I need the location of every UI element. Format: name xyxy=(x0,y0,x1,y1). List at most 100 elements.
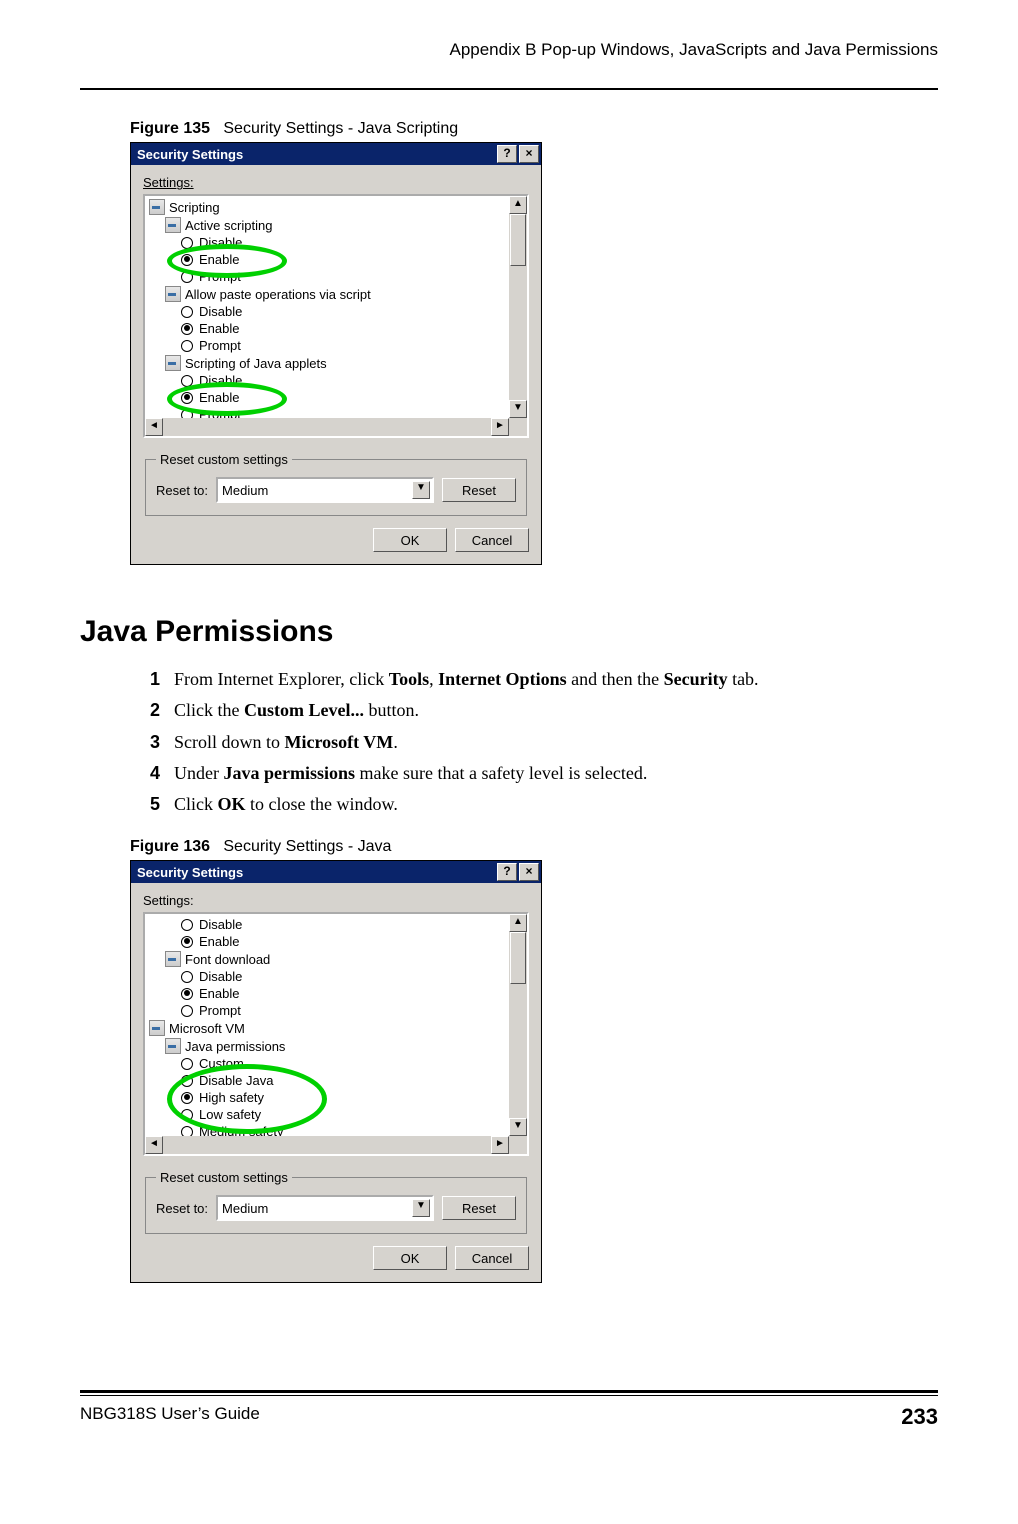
script-icon xyxy=(165,217,181,233)
scroll-left-icon[interactable]: ◄ xyxy=(145,418,163,436)
t: . xyxy=(393,732,398,752)
close-icon[interactable]: × xyxy=(519,145,539,163)
settings-label: Settings: xyxy=(143,893,529,908)
close-icon[interactable]: × xyxy=(519,863,539,881)
radio-on[interactable] xyxy=(181,392,193,404)
figure135-caption: Figure 135 Security Settings - Java Scri… xyxy=(130,120,938,138)
figure136-label: Figure 136 xyxy=(130,838,210,855)
t: Click the xyxy=(174,700,244,720)
t: Under xyxy=(174,763,223,783)
t: Click xyxy=(174,794,218,814)
tree-option: Enable xyxy=(199,986,239,1001)
tree-option: Enable xyxy=(199,934,239,949)
radio-off[interactable] xyxy=(181,340,193,352)
scroll-up-icon[interactable]: ▲ xyxy=(509,196,527,214)
footer-guide: NBG318S User’s Guide xyxy=(80,1404,260,1430)
help-icon[interactable]: ? xyxy=(497,145,517,163)
t: and then the xyxy=(567,669,664,689)
tree-option: Disable Java xyxy=(199,1073,273,1088)
scrollbar-horizontal[interactable]: ◄ ► xyxy=(145,1136,527,1154)
page-footer: NBG318S User’s Guide 233 xyxy=(80,1384,938,1430)
radio-on[interactable] xyxy=(181,1092,193,1104)
figure136-caption: Figure 136 Security Settings - Java xyxy=(130,838,938,856)
step-num: 1 xyxy=(150,667,174,691)
section-heading: Java Permissions xyxy=(80,615,938,649)
scrollbar-vertical[interactable]: ▲ ▼ xyxy=(509,914,527,1136)
tree-group: Scripting xyxy=(169,200,220,215)
cancel-button[interactable]: Cancel xyxy=(455,528,529,552)
scroll-down-icon[interactable]: ▼ xyxy=(509,400,527,418)
t: Java permissions xyxy=(223,763,355,783)
header-rule xyxy=(80,88,938,90)
figure136-text: Security Settings - Java xyxy=(223,838,391,855)
t: tab. xyxy=(728,669,759,689)
settings-tree[interactable]: Disable Enable Font download Disable Ena… xyxy=(143,912,529,1156)
t: Tools xyxy=(389,669,429,689)
scrollbar-horizontal[interactable]: ◄ ► xyxy=(145,418,527,436)
t: Scroll down to xyxy=(174,732,285,752)
scroll-right-icon[interactable]: ► xyxy=(491,418,509,436)
footer-page-number: 233 xyxy=(901,1404,938,1430)
titlebar: Security Settings ? × xyxy=(131,143,541,165)
reset-fieldset: Reset custom settings Reset to: Medium ▼… xyxy=(145,1170,527,1234)
scroll-corner xyxy=(509,1136,527,1154)
reset-to-dropdown[interactable]: Medium ▼ xyxy=(216,477,434,503)
dialog-title: Security Settings xyxy=(137,147,495,162)
scroll-right-icon[interactable]: ► xyxy=(491,1136,509,1154)
radio-off[interactable] xyxy=(181,375,193,387)
step-4: 4 Under Java permissions make sure that … xyxy=(150,761,938,785)
tree-group: Scripting of Java applets xyxy=(185,356,327,371)
tree-option: Enable xyxy=(199,252,239,267)
figure135-dialog: Security Settings ? × Settings: Scriptin… xyxy=(130,142,542,565)
scroll-up-icon[interactable]: ▲ xyxy=(509,914,527,932)
step-5: 5 Click OK to close the window. xyxy=(150,792,938,816)
radio-off[interactable] xyxy=(181,919,193,931)
titlebar: Security Settings ? × xyxy=(131,861,541,883)
ok-button[interactable]: OK xyxy=(373,1246,447,1270)
tree-group: Active scripting xyxy=(185,218,272,233)
tree-option: Prompt xyxy=(199,338,241,353)
reset-to-label: Reset to: xyxy=(156,1201,208,1216)
radio-on[interactable] xyxy=(181,254,193,266)
scroll-down-icon[interactable]: ▼ xyxy=(509,1118,527,1136)
t: , xyxy=(429,669,438,689)
scroll-corner xyxy=(509,418,527,436)
reset-button[interactable]: Reset xyxy=(442,1196,516,1220)
cancel-button[interactable]: Cancel xyxy=(455,1246,529,1270)
radio-off[interactable] xyxy=(181,1109,193,1121)
radio-on[interactable] xyxy=(181,323,193,335)
radio-on[interactable] xyxy=(181,936,193,948)
step-3: 3 Scroll down to Microsoft VM. xyxy=(150,730,938,754)
tree-option: Disable xyxy=(199,235,242,250)
reset-button[interactable]: Reset xyxy=(442,478,516,502)
tree-option: Disable xyxy=(199,917,242,932)
tree-option: Disable xyxy=(199,969,242,984)
t: Security xyxy=(664,669,728,689)
ok-button[interactable]: OK xyxy=(373,528,447,552)
radio-off[interactable] xyxy=(181,306,193,318)
radio-on[interactable] xyxy=(181,988,193,1000)
reset-to-dropdown[interactable]: Medium ▼ xyxy=(216,1195,434,1221)
scroll-thumb[interactable] xyxy=(510,214,526,266)
settings-tree[interactable]: Scripting Active scripting Disable Enabl… xyxy=(143,194,529,438)
radio-off[interactable] xyxy=(181,1005,193,1017)
radio-off[interactable] xyxy=(181,1058,193,1070)
scroll-left-icon[interactable]: ◄ xyxy=(145,1136,163,1154)
radio-off[interactable] xyxy=(181,237,193,249)
radio-off[interactable] xyxy=(181,971,193,983)
chevron-down-icon[interactable]: ▼ xyxy=(412,481,430,499)
scrollbar-vertical[interactable]: ▲ ▼ xyxy=(509,196,527,418)
radio-off[interactable] xyxy=(181,1075,193,1087)
figure136-dialog: Security Settings ? × Settings: Disable … xyxy=(130,860,542,1283)
radio-off[interactable] xyxy=(181,271,193,283)
reset-to-label: Reset to: xyxy=(156,483,208,498)
t: Custom Level... xyxy=(244,700,364,720)
tree-group: Microsoft VM xyxy=(169,1021,245,1036)
step-num: 3 xyxy=(150,730,174,754)
tree-option: Enable xyxy=(199,321,239,336)
scroll-thumb[interactable] xyxy=(510,932,526,984)
help-icon[interactable]: ? xyxy=(497,863,517,881)
reset-fieldset: Reset custom settings Reset to: Medium ▼… xyxy=(145,452,527,516)
chevron-down-icon[interactable]: ▼ xyxy=(412,1199,430,1217)
tree-option: Custom xyxy=(199,1056,244,1071)
